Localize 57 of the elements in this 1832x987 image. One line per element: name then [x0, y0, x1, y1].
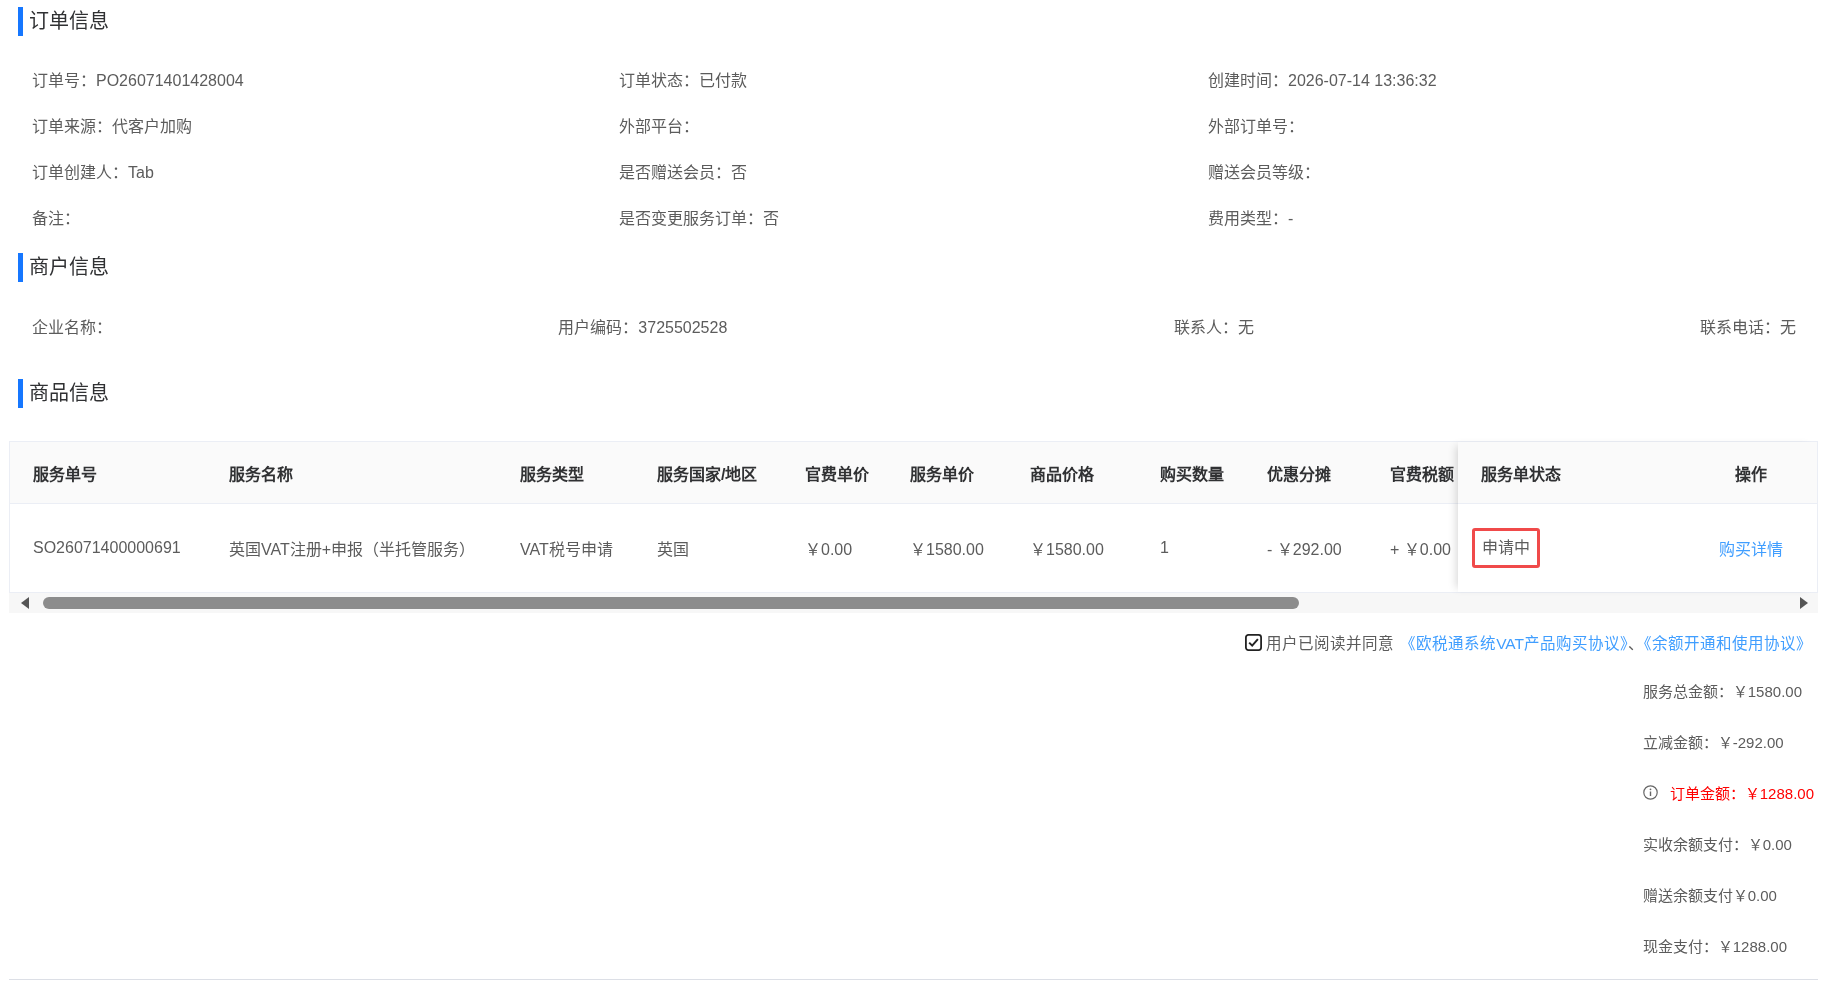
column-header: 服务国家/地区 — [657, 464, 758, 485]
checkbox[interactable] — [1245, 633, 1263, 651]
table-value: VAT税号申请 — [520, 540, 613, 560]
field-text: 是否变更服务订单：否 — [619, 209, 779, 229]
field-text: 费用类型：- — [1208, 209, 1294, 229]
table-value: 英国 — [657, 540, 689, 560]
info-icon — [1642, 785, 1658, 800]
field-text: 企业名称： — [32, 318, 112, 338]
table-value: - ￥292.00 — [1267, 540, 1342, 560]
column-header: 服务名称 — [229, 464, 293, 485]
column-header: 服务单号 — [33, 464, 97, 485]
field-text: 赠送会员等级： — [1208, 163, 1320, 183]
field-text: 订单来源：代客户加购 — [32, 117, 192, 137]
column-header: 官费税额 — [1390, 464, 1454, 485]
table-value: SO26071400000691 — [33, 539, 181, 557]
column-header: 优惠分摊 — [1267, 464, 1331, 485]
field-text: 外部平台： — [619, 117, 699, 137]
scrollbar-thumb[interactable] — [43, 597, 1299, 609]
field-text: 是否赠送会员：否 — [619, 163, 747, 183]
right-arrow-icon[interactable] — [1800, 597, 1808, 609]
summary-amount: 服务总金额：￥1580.00 — [1642, 682, 1802, 701]
summary-amount: 现金支付：￥1288.00 — [1642, 937, 1787, 956]
field-text: 备注： — [32, 209, 80, 229]
column-header: 商品价格 — [1030, 464, 1094, 485]
table-value: ￥1580.00 — [910, 540, 984, 560]
field-text: 联系电话：无 — [1699, 318, 1796, 338]
summary-amount: 订单金额：￥1288.00 — [1669, 784, 1814, 803]
field-text: 订单号：PO26071401428004 — [32, 71, 244, 91]
column-header: 操作 — [1734, 464, 1767, 485]
summary-amount: 立减金额：￥-292.00 — [1642, 733, 1784, 752]
agreement-link[interactable]: 《欧税通系统VAT产品购买协议》 — [1400, 635, 1628, 652]
section-title: 订单信息 — [18, 7, 109, 36]
table-value: + ￥0.00 — [1390, 540, 1451, 560]
status-tag: 申请中 — [1472, 528, 1540, 568]
column-header: 官费单价 — [805, 464, 869, 485]
field-text: 创建时间：2026-07-14 13:36:32 — [1208, 71, 1437, 91]
table-value: ￥1580.00 — [1030, 540, 1104, 560]
table-value: 英国VAT注册+申报（半托管服务） — [229, 540, 476, 560]
section-title: 商品信息 — [18, 379, 109, 408]
summary-amount: 赠送余额支付￥0.00 — [1642, 886, 1777, 905]
field-text: 订单创建人：Tab — [32, 163, 154, 183]
column-header: 服务类型 — [520, 464, 584, 485]
section-title: 商户信息 — [18, 253, 109, 282]
agreement-text: 用户已阅读并同意 《欧税通系统VAT产品购买协议》、《余额开通和使用协议》 — [1266, 634, 1812, 653]
column-header: 服务单状态 — [1481, 464, 1561, 485]
left-arrow-icon[interactable] — [21, 597, 29, 609]
field-text: 联系人：无 — [1173, 318, 1254, 338]
field-text: 订单状态：已付款 — [619, 71, 747, 91]
column-header: 服务单价 — [910, 464, 974, 485]
field-text: 用户编码：3725502528 — [558, 318, 728, 338]
table-value: ￥0.00 — [805, 540, 853, 560]
agreement-link[interactable]: 《余额开通和使用协议》 — [1644, 635, 1812, 652]
column-header: 购买数量 — [1160, 464, 1224, 485]
field-text: 外部订单号： — [1208, 117, 1304, 137]
table-value: 1 — [1160, 539, 1169, 557]
details-link[interactable]: 购买详情 — [1718, 536, 1783, 560]
summary-amount: 实收余额支付：￥0.00 — [1642, 835, 1792, 854]
